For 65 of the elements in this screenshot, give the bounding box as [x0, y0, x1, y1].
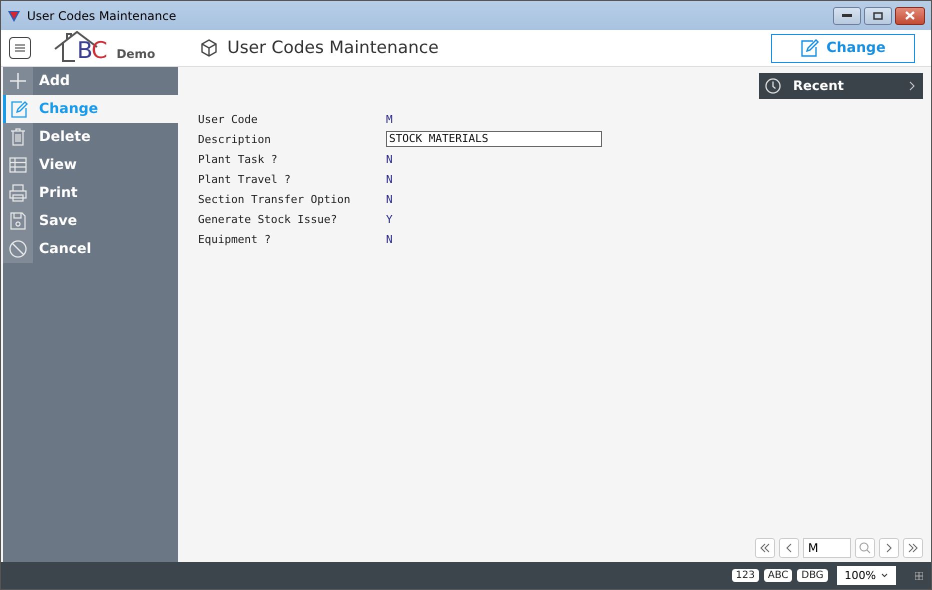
field-value: M [386, 112, 393, 126]
logo-text: BC [77, 38, 106, 64]
change-button[interactable]: Change [771, 34, 915, 62]
chevron-right-icon [885, 543, 893, 553]
chevron-right-icon [909, 81, 915, 91]
mode-toggle[interactable]: ABC [764, 569, 792, 582]
previous-record-button[interactable] [779, 538, 799, 558]
mode-toggle[interactable]: 123 [732, 569, 759, 582]
grid-icon [915, 572, 923, 580]
recent-panel[interactable]: Recent [759, 73, 923, 99]
plus-icon [9, 72, 27, 90]
description-field[interactable]: STOCK MATERIALS [386, 131, 602, 147]
recent-label: Recent [793, 78, 844, 94]
trash-icon [10, 128, 26, 146]
chevron-left-icon [785, 543, 793, 553]
sidebar-item[interactable]: Delete [3, 123, 178, 151]
field-label: Section Transfer Option [198, 192, 352, 206]
page-title: User Codes Maintenance [227, 38, 439, 58]
field-value: Y [386, 212, 393, 226]
field-label: Plant Travel ? [198, 172, 292, 186]
field-label: Equipment ? [198, 232, 272, 246]
edit-icon [10, 100, 28, 118]
logo-suffix: Demo [116, 47, 156, 61]
prohibited-icon [9, 240, 27, 258]
close-icon [905, 11, 915, 20]
menu-button[interactable] [9, 37, 31, 59]
field-value: N [386, 192, 393, 206]
search-icon [859, 542, 871, 554]
mode-toggle[interactable]: DBG [797, 569, 828, 582]
maximize-icon [873, 12, 883, 20]
edit-icon [800, 39, 820, 57]
field-label: Description [198, 132, 272, 146]
floppy-disk-icon [10, 212, 26, 230]
field-label: Generate Stock Issue? [198, 212, 338, 226]
field-value: N [386, 172, 393, 186]
zoom-dropdown[interactable]: 100% [836, 566, 896, 585]
sidebar-item[interactable]: Print [3, 179, 178, 207]
clock-icon [765, 78, 781, 94]
field-value: N [386, 232, 393, 246]
next-record-button[interactable] [879, 538, 899, 558]
sidebar-item[interactable]: Change [3, 95, 178, 123]
cube-icon [199, 38, 220, 58]
field-label: User Code [198, 112, 259, 126]
search-button[interactable] [855, 538, 875, 558]
sidebar-item[interactable]: View [3, 151, 178, 179]
table-icon [9, 157, 27, 173]
sidebar-item[interactable]: Add [3, 67, 178, 95]
minimize-button[interactable] [833, 6, 861, 24]
caret-icon [881, 573, 888, 578]
record-field[interactable]: M [803, 538, 851, 558]
last-record-button[interactable] [903, 538, 923, 558]
app-logo-icon [7, 8, 21, 22]
menu-icon [15, 44, 25, 52]
sidebar-item[interactable]: Cancel [3, 235, 178, 263]
maximize-button[interactable] [864, 6, 892, 24]
close-button[interactable] [895, 6, 925, 24]
window-title: User Codes Maintenance [27, 8, 176, 22]
minimize-icon [842, 14, 852, 18]
field-label: Plant Task ? [198, 152, 278, 166]
field-value: N [386, 152, 393, 166]
double-chevron-right-icon [907, 543, 919, 553]
printer-icon [9, 184, 27, 202]
double-chevron-left-icon [759, 543, 771, 553]
sidebar-item[interactable]: Save [3, 207, 178, 235]
first-record-button[interactable] [755, 538, 775, 558]
